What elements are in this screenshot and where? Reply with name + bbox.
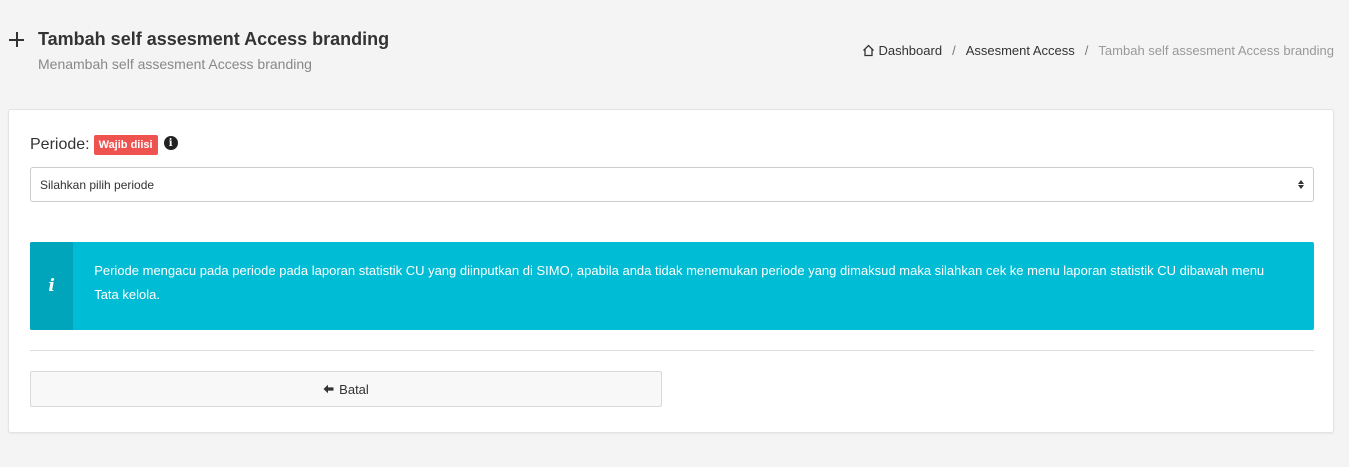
page-title: Tambah self assesment Access branding [38,29,390,49]
breadcrumb-separator: / [952,43,956,58]
info-icon: i [48,276,55,296]
breadcrumb: Dashboard / Assesment Access / Tambah se… [862,43,1334,58]
cancel-button-label: Batal [339,381,369,397]
home-icon [863,44,875,57]
periode-select[interactable]: Silahkan pilih periode [30,167,1314,202]
divider [30,350,1314,351]
breadcrumb-assesment-access[interactable]: Assesment Access [966,43,1075,58]
plus-icon [8,30,26,48]
form-card: Periode: Wajib diisi i Silahkan pilih pe… [8,109,1334,433]
breadcrumb-current: Tambah self assesment Access branding [1098,43,1334,58]
arrow-left-icon [323,384,334,394]
cancel-button[interactable]: Batal [30,371,662,407]
periode-label: Periode: [30,136,90,153]
page-header: Tambah self assesment Access branding Me… [0,0,1349,95]
periode-label-group: Periode: Wajib diisi i [30,135,178,155]
page-subtitle: Menambah self assesment Access branding [38,56,312,72]
select-arrows-icon [1298,180,1304,189]
info-circle-icon[interactable]: i [163,136,178,150]
info-alert: i Periode mengacu pada periode pada lapo… [30,242,1314,330]
periode-select-value: Silahkan pilih periode [40,177,155,192]
alert-text: Periode mengacu pada periode pada lapora… [94,263,1265,302]
breadcrumb-dashboard[interactable]: Dashboard [878,43,942,58]
alert-icon-column: i [30,242,74,330]
required-badge: Wajib diisi [93,135,158,155]
breadcrumb-separator: / [1084,43,1089,58]
